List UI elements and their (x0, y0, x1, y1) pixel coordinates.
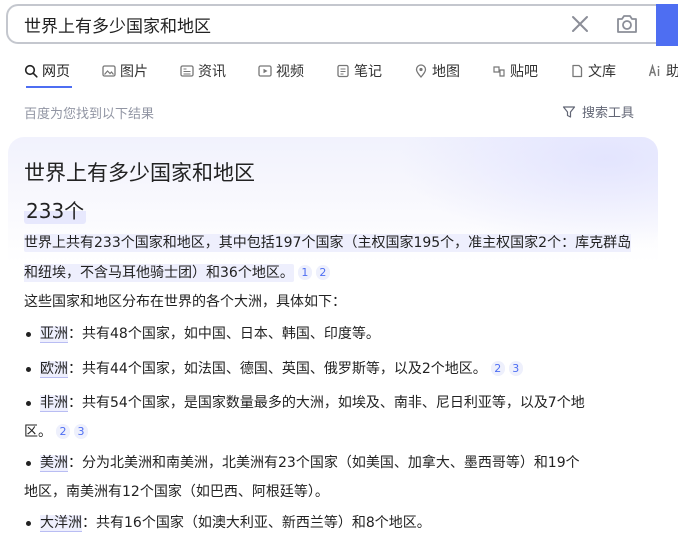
tab-label: 助 (666, 64, 678, 80)
list-item-oceania: 大洋洲：共有16个国家（如澳大利亚、新西兰等）和8个地区。 (40, 509, 640, 539)
list-item-americas: 美洲：分为北美洲和南美洲，北美洲有23个国家（如美国、加拿大、墨西哥等）和19个 (40, 449, 640, 479)
tab-video[interactable]: 视频 (258, 56, 304, 86)
continent-text: ：分为北美洲和南美洲，北美洲有23个国家（如美国、加拿大、墨西哥等）和19个 (68, 455, 580, 471)
list-item-asia: 亚洲：共有48个国家，如中国、日本、韩国、印度等。 (40, 320, 640, 350)
tab-label: 网页 (42, 64, 70, 80)
search-input[interactable] (24, 6, 544, 42)
continent-text: ：共有54个国家，是国家数量最多的大洲，如埃及、南非、尼日利亚等，以及7个地 (68, 395, 585, 411)
bullet-dot (26, 401, 31, 406)
intro-text: 这些国家和地区分布在世界的各个大洲，具体如下： (24, 294, 346, 310)
bullet-dot (26, 461, 31, 466)
result-count: 百度为您找到以下结果 (24, 107, 155, 122)
search-button[interactable] (656, 4, 678, 46)
tab-label: 文库 (588, 64, 616, 80)
tab-label: 地图 (432, 64, 460, 80)
tab-label: 视频 (276, 64, 304, 80)
answer-title: 世界上有多少国家和地区 (24, 161, 255, 185)
image-icon (102, 65, 116, 77)
bullet-dot (26, 332, 31, 337)
ai-icon (648, 64, 660, 77)
answer-value: 233个 (24, 195, 87, 224)
citation-badge[interactable]: 3 (74, 424, 88, 439)
tab-notes[interactable]: 笔记 (336, 56, 382, 86)
search-tools-button[interactable]: 搜索工具 (562, 102, 634, 121)
tab-wenku[interactable]: 文库 (570, 56, 616, 86)
tab-label: 笔记 (354, 64, 382, 80)
search-tabs: 网页 图片 资讯 视频 笔记 地图 贴吧 文库 助 (0, 56, 678, 90)
continent-link-europe[interactable]: 欧洲 (40, 361, 68, 378)
continent-link-asia[interactable]: 亚洲 (40, 326, 68, 343)
tieba-icon (493, 66, 505, 77)
list-item-americas-cont: 地区，南美洲有12个国家（如巴西、阿根廷等）。 (24, 484, 329, 500)
continent-text: ：共有16个国家（如澳大利亚、新西兰等）和8个地区。 (82, 515, 431, 531)
citation-badge[interactable]: 1 (297, 264, 312, 280)
citation-badge[interactable]: 2 (315, 264, 330, 280)
list-item-africa-cont: 区。 2 3 (24, 418, 640, 448)
list-item-africa: 非洲：共有54个国家，是国家数量最多的大洲，如埃及、南非、尼日利亚等，以及7个地 (40, 389, 640, 419)
tab-map[interactable]: 地图 (414, 56, 460, 86)
citation-badge[interactable]: 2 (490, 361, 505, 376)
citation-badge[interactable]: 2 (56, 424, 70, 439)
tab-label: 贴吧 (510, 64, 538, 80)
tab-web[interactable]: 网页 (24, 56, 70, 86)
list-item-europe: 欧洲：共有44个国家，如法国、德国、英国、俄罗斯等，以及2个地区。 2 3 (40, 355, 640, 385)
note-icon (337, 64, 349, 78)
bullet-dot (26, 367, 31, 372)
continent-link-africa[interactable]: 非洲 (40, 395, 68, 412)
tab-images[interactable]: 图片 (102, 56, 148, 86)
filter-icon (562, 105, 576, 118)
news-icon (180, 65, 194, 77)
citation-badge[interactable]: 3 (508, 361, 523, 376)
map-pin-icon (415, 64, 427, 78)
video-icon (258, 65, 272, 77)
search-box (6, 4, 658, 44)
search-tools-label: 搜索工具 (582, 106, 635, 121)
continent-text: ：共有48个国家，如中国、日本、韩国、印度等。 (68, 326, 380, 342)
answer-summary: 世界上共有233个国家和地区，其中包括197个国家（主权国家195个，准主权国家… (24, 229, 640, 288)
search-icon (24, 64, 38, 78)
active-tab-indicator (26, 86, 72, 88)
camera-icon[interactable] (615, 12, 639, 36)
clear-icon[interactable] (570, 14, 590, 34)
continent-text-line2: 区。 (24, 424, 52, 440)
tab-tieba[interactable]: 贴吧 (492, 56, 538, 86)
continent-text: ：共有44个国家，如法国、德国、英国、俄罗斯等，以及2个地区。 (68, 361, 487, 377)
tab-ai[interactable]: 助 (648, 56, 678, 86)
tab-news[interactable]: 资讯 (180, 56, 226, 86)
continent-link-americas[interactable]: 美洲 (40, 455, 68, 472)
continent-link-oceania[interactable]: 大洋洲 (40, 515, 82, 532)
tab-label: 资讯 (198, 64, 226, 80)
tab-label: 图片 (120, 64, 148, 80)
bullet-dot (26, 521, 31, 526)
document-icon (572, 64, 583, 78)
